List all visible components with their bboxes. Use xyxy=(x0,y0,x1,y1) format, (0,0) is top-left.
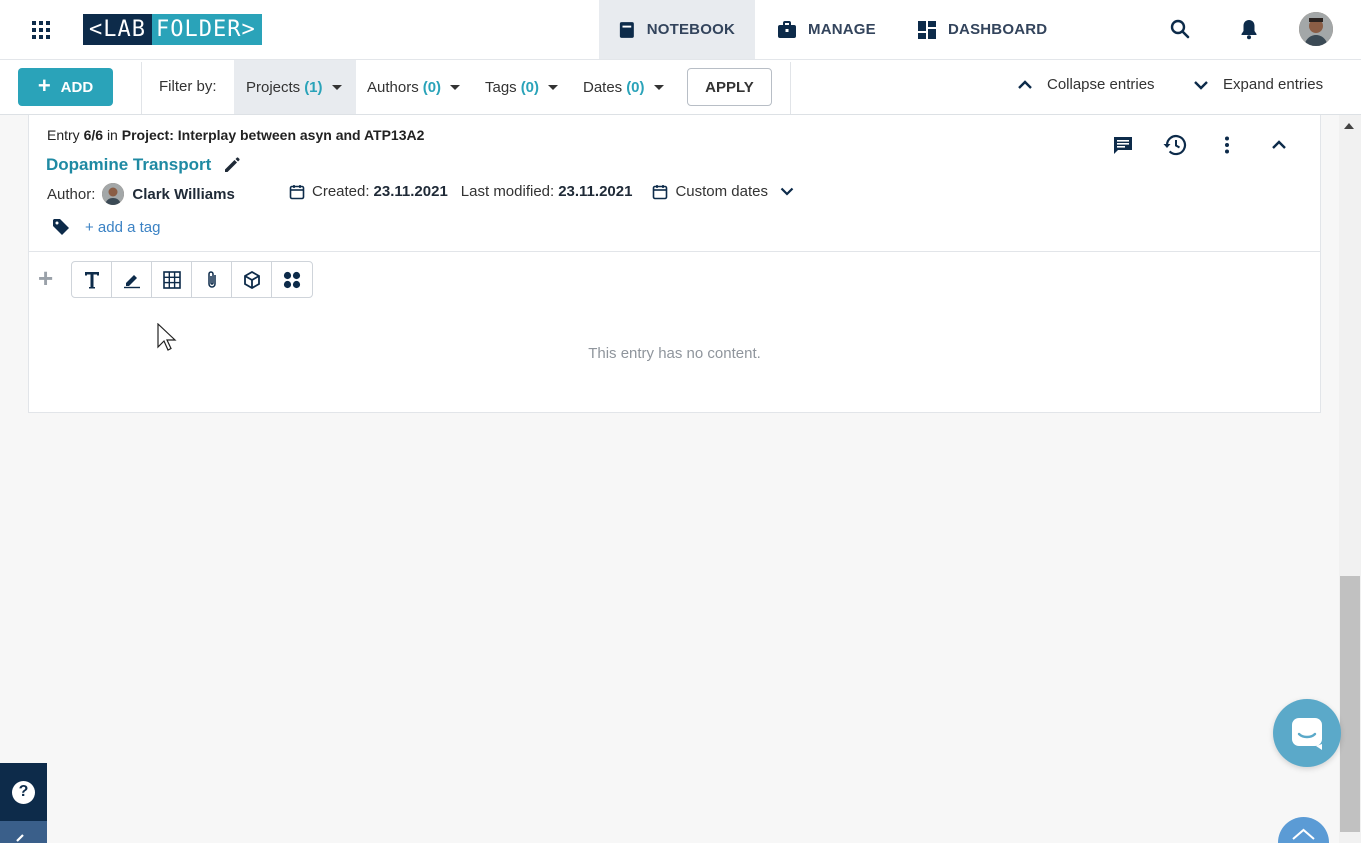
apps-grid-icon[interactable] xyxy=(32,21,50,39)
filter-tags-label: Tags xyxy=(485,78,517,96)
created-date: 23.11.2021 xyxy=(373,183,448,200)
pencil-icon[interactable] xyxy=(223,156,241,174)
element-toolbar xyxy=(71,261,313,298)
chat-launcher-button[interactable] xyxy=(1273,699,1341,767)
nav-manage[interactable]: MANAGE xyxy=(758,0,896,59)
text-element-icon[interactable] xyxy=(72,262,112,297)
chevron-up-icon[interactable] xyxy=(1264,133,1294,157)
scroll-to-top-button[interactable] xyxy=(1278,817,1329,843)
notebook-entry: Entry 6/6 in Project: Interplay between … xyxy=(28,115,1321,413)
history-icon[interactable] xyxy=(1160,133,1190,157)
table-element-icon[interactable] xyxy=(152,262,192,297)
bell-icon[interactable] xyxy=(1238,18,1260,40)
filter-dates[interactable]: Dates (0) xyxy=(571,60,676,114)
help-icon: ? xyxy=(12,780,35,804)
toolbar-divider xyxy=(141,62,142,114)
entry-position: 6/6 xyxy=(83,127,104,143)
scroll-up-arrow-icon[interactable] xyxy=(1344,123,1354,129)
entry-title-text: Dopamine Transport xyxy=(46,155,212,174)
logo-left-text: <LAB xyxy=(83,14,152,45)
filter-toolbar: + ADD Filter by: Projects (1) Authors (0… xyxy=(0,59,1361,115)
add-element-icon[interactable]: + xyxy=(38,265,53,291)
nav-notebook[interactable]: NOTEBOOK xyxy=(599,0,755,59)
user-avatar[interactable] xyxy=(1299,12,1333,46)
filter-by-label: Filter by: xyxy=(159,78,217,95)
apply-button[interactable]: APPLY xyxy=(687,68,772,106)
entry-divider xyxy=(29,251,1320,252)
chevron-left-icon xyxy=(16,834,24,842)
chevron-up-icon xyxy=(1018,79,1032,89)
chevron-down-icon xyxy=(780,187,794,196)
filter-authors[interactable]: Authors (0) xyxy=(355,60,472,114)
author-label: Author: xyxy=(47,185,96,203)
filter-dates-count: (0) xyxy=(626,78,645,96)
toolbar-divider xyxy=(790,62,791,114)
plus-icon: + xyxy=(37,73,51,98)
chat-icon xyxy=(1292,718,1322,750)
calendar-icon xyxy=(653,184,668,199)
nav-dashboard-label: DASHBOARD xyxy=(948,21,1048,38)
entry-location: Entry 6/6 in Project: Interplay between … xyxy=(47,127,424,143)
add-tag-link[interactable]: + add a tag xyxy=(85,219,160,236)
caret-down-icon xyxy=(548,84,559,90)
logo-right-text: FOLDER> xyxy=(151,14,262,45)
filter-tags[interactable]: Tags (0) xyxy=(473,60,570,114)
dashboard-icon xyxy=(918,20,936,39)
filter-projects-count: (1) xyxy=(304,78,323,96)
labfolder-logo[interactable]: <LAB FOLDER> xyxy=(83,14,262,45)
caret-down-icon xyxy=(653,84,664,90)
nav-manage-label: MANAGE xyxy=(808,21,876,38)
sketch-element-icon[interactable] xyxy=(112,262,152,297)
add-button-label: ADD xyxy=(60,78,94,96)
expand-entries-label: Expand entries xyxy=(1223,76,1324,93)
apps-element-icon[interactable] xyxy=(272,262,312,297)
collapse-entries-button[interactable]: Collapse entries xyxy=(1017,76,1155,93)
chevron-up-icon xyxy=(1292,828,1315,840)
sidebar-toggle[interactable] xyxy=(0,821,47,843)
tag-icon xyxy=(53,219,69,235)
created-label: Created: xyxy=(312,183,370,200)
cube-icon[interactable] xyxy=(232,262,272,297)
filter-tags-count: (0) xyxy=(520,78,540,96)
nav-dashboard[interactable]: DASHBOARD xyxy=(898,0,1067,59)
help-button[interactable]: ? xyxy=(0,763,47,821)
entry-title[interactable]: Dopamine Transport xyxy=(46,155,241,175)
filter-dates-label: Dates xyxy=(583,78,623,96)
search-icon[interactable] xyxy=(1169,18,1191,40)
author-name: Clark Williams xyxy=(132,185,235,203)
modified-label: Last modified: xyxy=(460,183,555,200)
mouse-cursor-icon xyxy=(157,323,177,351)
filter-authors-count: (0) xyxy=(422,78,442,96)
entry-actions xyxy=(1108,133,1294,157)
entry-dates: Created: 23.11.2021 Last modified: 23.11… xyxy=(289,183,794,200)
scrollbar-thumb[interactable] xyxy=(1340,576,1360,832)
nav-notebook-label: NOTEBOOK xyxy=(646,21,735,38)
attachment-icon[interactable] xyxy=(192,262,232,297)
caret-down-icon xyxy=(450,84,461,90)
entry-tags: + add a tag xyxy=(52,218,160,236)
notebook-icon xyxy=(619,21,634,38)
modified-date: 23.11.2021 xyxy=(558,183,633,200)
entry-project-link[interactable]: Project: Interplay between asyn and ATP1… xyxy=(122,127,425,143)
top-navigation: <LAB FOLDER> NOTEBOOK MANAGE DASHBOARD xyxy=(0,0,1361,59)
entry-author: Author: Clark Williams xyxy=(47,183,235,205)
expand-entries-button[interactable]: Expand entries xyxy=(1193,76,1323,93)
filter-projects-label: Projects xyxy=(246,78,301,96)
entry-prefix: Entry xyxy=(47,127,80,143)
comment-icon[interactable] xyxy=(1108,133,1138,157)
more-vertical-icon[interactable] xyxy=(1212,133,1242,157)
custom-dates-toggle[interactable]: Custom dates xyxy=(652,183,794,200)
custom-dates-label: Custom dates xyxy=(675,183,768,200)
chevron-down-icon xyxy=(1194,80,1208,90)
calendar-icon xyxy=(289,184,305,199)
empty-entry-message: This entry has no content. xyxy=(588,345,761,362)
author-avatar xyxy=(102,183,125,205)
collapse-entries-label: Collapse entries xyxy=(1047,76,1155,93)
entry-in-label: in xyxy=(106,127,118,143)
add-button[interactable]: + ADD xyxy=(18,68,113,106)
caret-down-icon xyxy=(331,84,342,90)
filter-projects[interactable]: Projects (1) xyxy=(234,60,356,114)
briefcase-icon xyxy=(778,20,796,38)
filter-authors-label: Authors xyxy=(367,78,419,96)
